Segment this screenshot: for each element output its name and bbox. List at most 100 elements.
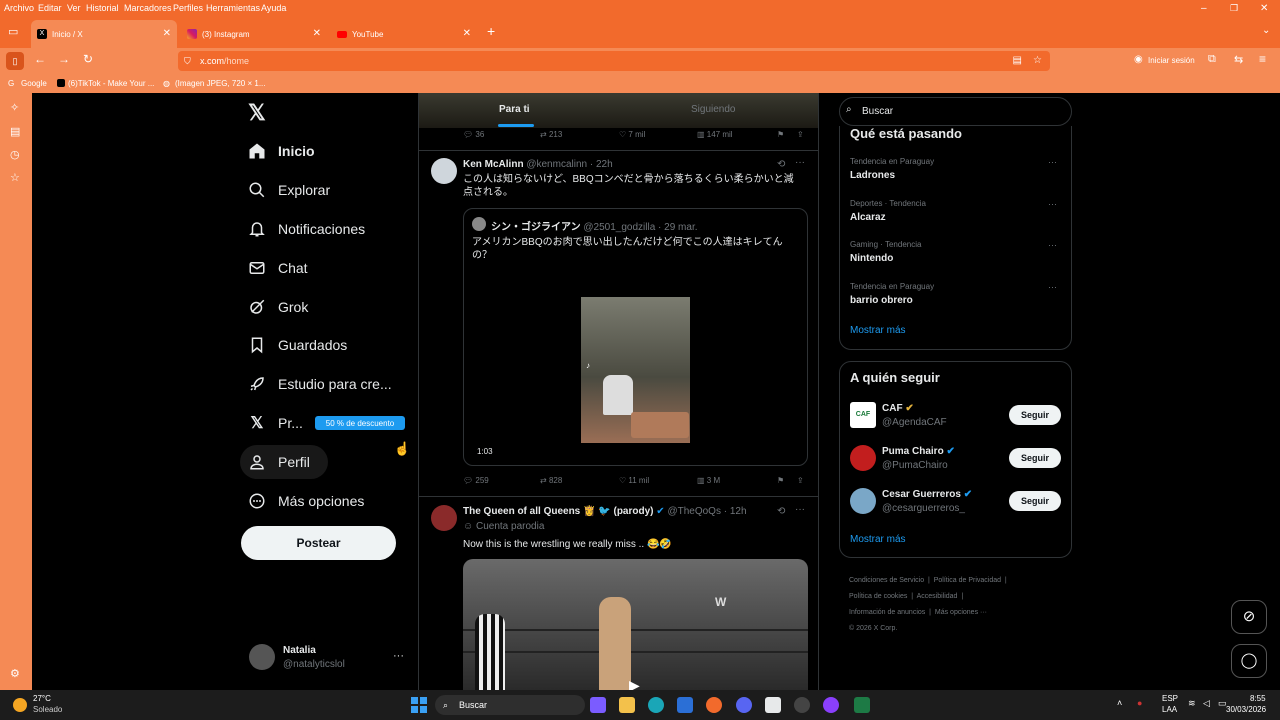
menu-editar[interactable]: Editar [38, 3, 62, 13]
nav-notifications[interactable]: Notificaciones [248, 214, 365, 244]
avatar[interactable] [431, 158, 457, 184]
restore-icon[interactable]: ❐ [1230, 3, 1238, 14]
footer-link[interactable]: Información de anuncios [849, 609, 925, 616]
trends-show-more[interactable]: Mostrar más [850, 325, 906, 336]
bookmark-tiktok[interactable]: (6)TikTok - Make Your ... [68, 79, 154, 88]
account-menu-icon[interactable]: ··· [393, 650, 404, 662]
video-thumbnail[interactable]: ♪ [581, 297, 690, 443]
tweet-more-icon[interactable]: ··· [795, 504, 805, 515]
steam-icon[interactable] [794, 697, 810, 713]
weather-temp[interactable]: 27°C [33, 694, 51, 703]
share-action-icon[interactable]: ⇪ [797, 130, 804, 139]
weather-text[interactable]: Soleado [33, 705, 62, 714]
share-action-icon[interactable]: ⇪ [797, 476, 804, 485]
menu-icon[interactable]: ≡ [1259, 52, 1266, 66]
tweet-time[interactable]: · 12h [724, 506, 747, 517]
tab-following[interactable]: Siguiendo [691, 104, 735, 115]
settings-gear-icon[interactable]: ⚙ [10, 667, 20, 680]
nav-premium[interactable]: 𝕏 Pr... [248, 408, 303, 438]
avatar[interactable] [249, 644, 275, 670]
tab-for-you[interactable]: Para ti [499, 104, 530, 115]
close-window-icon[interactable]: ✕ [1260, 3, 1268, 14]
tweet-video[interactable]: W ▶ [463, 559, 808, 690]
nav-home[interactable]: Inicio [248, 136, 315, 166]
lang-code[interactable]: ESP [1162, 694, 1178, 703]
nav-explore[interactable]: Explorar [248, 175, 330, 205]
search-input[interactable]: Buscar [839, 97, 1072, 126]
excel-icon[interactable] [854, 697, 870, 713]
author-handle[interactable]: @kenmcalinn [526, 159, 587, 170]
premium-discount-badge[interactable]: 50 % de descuento [315, 416, 405, 430]
views-action[interactable]: ▥ 147 mil [697, 130, 733, 139]
footer-link[interactable]: Accesibilidad [917, 593, 958, 600]
follow-name[interactable]: Puma Chairo ✔ [882, 446, 955, 457]
lang-layout[interactable]: LAA [1162, 705, 1177, 714]
follow-button[interactable]: Seguir [1009, 491, 1061, 511]
views-action[interactable]: ▥ 3 M [697, 476, 720, 485]
wifi-icon[interactable]: ≋ [1188, 698, 1196, 709]
avatar[interactable] [850, 445, 876, 471]
translate-icon[interactable]: ⇆ [1234, 53, 1243, 66]
bookmark-star-icon[interactable]: ☆ [1033, 51, 1042, 71]
follow-handle[interactable]: @AgendaCAF [882, 417, 947, 428]
tab-instagram[interactable]: (3) Instagram ✕ [181, 20, 327, 48]
site-info-icon[interactable]: ⛉ [184, 51, 191, 71]
ai-sparkle-icon[interactable]: ✧ [10, 101, 19, 114]
footer-link[interactable]: Política de cookies [849, 593, 907, 600]
trend-more-icon[interactable]: ··· [1048, 240, 1057, 250]
avatar[interactable] [431, 505, 457, 531]
capcut-icon[interactable] [765, 697, 781, 713]
grok-analyze-icon[interactable]: ⟲ [777, 506, 785, 517]
copilot-icon[interactable] [590, 697, 606, 713]
grok-analyze-icon[interactable]: ⟲ [777, 159, 785, 170]
trend-item[interactable]: Alcaraz [850, 212, 886, 223]
menu-perfiles[interactable]: Perfiles [173, 3, 203, 13]
trend-item[interactable]: Nintendo [850, 253, 893, 264]
reader-view-icon[interactable]: ▤ [1013, 51, 1022, 71]
nav-creator-studio[interactable]: Estudio para cre... [248, 369, 392, 399]
volume-icon[interactable]: ◁ [1203, 698, 1210, 709]
footer-link[interactable]: Condiciones de Servicio [849, 577, 924, 584]
repost-action[interactable]: ⇄ 828 [540, 476, 562, 485]
chat-float-icon[interactable]: ◯ [1231, 644, 1267, 678]
bookmark-image[interactable]: (Imagen JPEG, 720 × 1... [175, 79, 266, 88]
sign-in-button[interactable]: Iniciar sesión [1148, 56, 1195, 65]
like-action[interactable]: ♡ 11 mil [619, 476, 649, 485]
author-name[interactable]: Ken McAlinn [463, 159, 524, 170]
follow-show-more[interactable]: Mostrar más [850, 534, 906, 545]
like-action[interactable]: ♡ 7 mil [619, 130, 645, 139]
bookmark-google[interactable]: Google [21, 79, 47, 88]
menu-historial[interactable]: Historial [86, 3, 119, 13]
file-explorer-icon[interactable] [619, 697, 635, 713]
nav-more[interactable]: Más opciones [248, 486, 364, 516]
clock-date[interactable]: 30/03/2026 [1226, 705, 1266, 714]
follow-name[interactable]: Cesar Guerreros ✔ [882, 489, 972, 500]
tray-chevron-icon[interactable]: ˄ [1117, 698, 1122, 708]
trend-item[interactable]: barrio obrero [850, 295, 913, 306]
windows-start-icon[interactable] [411, 697, 427, 713]
menu-ayuda[interactable]: Ayuda [261, 3, 286, 13]
minimize-icon[interactable]: – [1201, 3, 1207, 14]
close-tab-icon[interactable]: ✕ [163, 28, 171, 39]
extensions-icon[interactable]: ⧉ [1208, 53, 1216, 66]
follow-handle[interactable]: @PumaChairo [882, 460, 948, 471]
bookmark-action-icon[interactable]: ⚑ [777, 476, 784, 485]
tweet-time[interactable]: · 22h [590, 159, 613, 170]
new-tab-icon[interactable]: + [487, 23, 495, 39]
follow-button[interactable]: Seguir [1009, 448, 1061, 468]
footer-link[interactable]: Política de Privacidad [934, 577, 1001, 584]
url-bar[interactable]: ⛉ x.com/home ▤ ☆ [178, 51, 1050, 71]
bookmarks-panel-icon[interactable]: ▤ [10, 125, 20, 138]
favorites-icon[interactable]: ☆ [10, 171, 20, 184]
mail-app-icon[interactable] [677, 697, 693, 713]
account-handle[interactable]: @natalyticslol [283, 659, 345, 670]
avatar[interactable]: CAF [850, 402, 876, 428]
tab-youtube[interactable]: YouTube ✕ [331, 20, 477, 48]
tab-overview-icon[interactable]: ▭ [8, 25, 18, 38]
clock-time[interactable]: 8:55 [1250, 694, 1266, 703]
nav-chat[interactable]: Chat [248, 253, 308, 283]
reply-action[interactable]: 💬︎ 36 [463, 130, 484, 139]
nav-grok[interactable]: Grok [248, 292, 308, 322]
reload-icon[interactable]: ↻ [83, 52, 93, 66]
taskbar-search[interactable]: ⌕ Buscar [435, 695, 585, 715]
